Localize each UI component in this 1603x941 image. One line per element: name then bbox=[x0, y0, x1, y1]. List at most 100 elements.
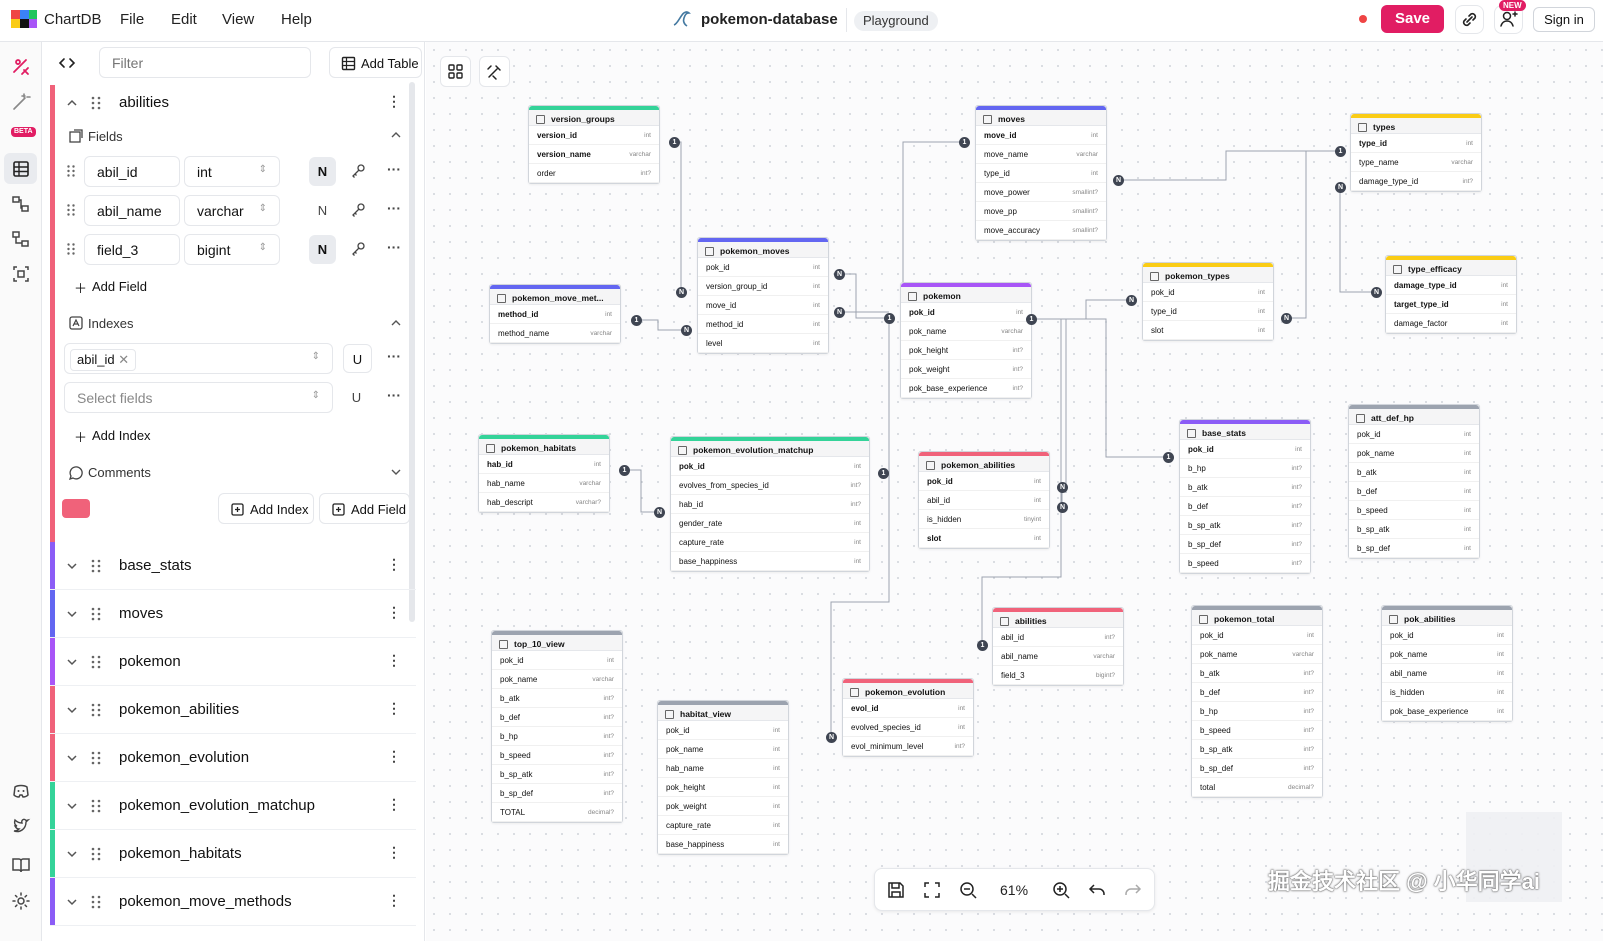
diagram-field-row[interactable]: pok_id int bbox=[1143, 283, 1273, 302]
drag-handle-icon[interactable] bbox=[90, 95, 102, 111]
diagram-field-row[interactable]: pok_base_experience int bbox=[1382, 702, 1512, 721]
field-type-select[interactable]: bigint ⇕ bbox=[184, 234, 280, 265]
diagram-field-row[interactable]: evolves_from_species_id int? bbox=[671, 476, 869, 495]
diagram-field-row[interactable]: pok_name int bbox=[658, 740, 788, 759]
diagram-field-row[interactable]: gender_rate int bbox=[671, 514, 869, 533]
diagram-table[interactable]: pokemon_move_met... method_id int method_na… bbox=[489, 284, 621, 344]
diagram-field-row[interactable]: pok_name varchar bbox=[1192, 645, 1322, 664]
diagram-table[interactable]: version_groups version_id int version_name v… bbox=[528, 105, 660, 184]
diagram-table-header[interactable]: abilities bbox=[993, 608, 1123, 628]
diagram-field-row[interactable]: hab_name varchar bbox=[479, 474, 609, 493]
diagram-table-header[interactable]: base_stats bbox=[1180, 420, 1310, 440]
diagram-field-row[interactable]: b_def int? bbox=[492, 708, 622, 727]
sidebar-table-row[interactable]: base_stats ⋮ bbox=[50, 542, 416, 590]
diagram-field-row[interactable]: pok_id int bbox=[1349, 425, 1479, 444]
key-icon[interactable] bbox=[350, 163, 366, 179]
table-color-picker[interactable] bbox=[62, 499, 90, 518]
diagram-field-row[interactable]: move_name varchar bbox=[976, 145, 1106, 164]
diagram-field-row[interactable]: pok_name varchar bbox=[492, 670, 622, 689]
diagram-table[interactable]: habitat_view pok_id int pok_name int hab_name… bbox=[657, 700, 789, 855]
diagram-field-row[interactable]: abil_id int bbox=[919, 491, 1049, 510]
open-table-name[interactable]: abilities bbox=[119, 94, 169, 111]
diagram-field-row[interactable]: abil_name int bbox=[1382, 664, 1512, 683]
menu-help[interactable]: Help bbox=[281, 11, 312, 28]
chevron-down-icon[interactable] bbox=[65, 607, 79, 621]
diagram-field-row[interactable]: type_id int bbox=[1143, 302, 1273, 321]
field-type-select[interactable]: int ⇕ bbox=[184, 156, 280, 187]
diagram-field-row[interactable]: pok_id int bbox=[671, 457, 869, 476]
chevron-down-icon[interactable] bbox=[65, 847, 79, 861]
diagram-field-row[interactable]: b_atk int bbox=[1349, 463, 1479, 482]
diagram-field-row[interactable]: abil_id int? bbox=[993, 628, 1123, 647]
drag-handle-icon[interactable] bbox=[66, 242, 76, 256]
diagram-table[interactable]: type_efficacy damage_type_id int target_typ… bbox=[1385, 255, 1517, 334]
diagram-field-row[interactable]: base_happiness int bbox=[658, 835, 788, 854]
chevron-down-icon[interactable] bbox=[65, 559, 79, 573]
nullable-toggle[interactable]: N bbox=[309, 235, 336, 264]
diagram-field-row[interactable]: hab_id int? bbox=[671, 495, 869, 514]
diagram-field-row[interactable]: b_sp_def int bbox=[1349, 539, 1479, 558]
diagram-field-row[interactable]: capture_rate int bbox=[671, 533, 869, 552]
settings-gear-icon[interactable] bbox=[9, 889, 33, 913]
diagram-table[interactable]: pokemon_types pok_id int type_id int slot int bbox=[1142, 262, 1274, 341]
table-menu-button[interactable]: ⋮ bbox=[387, 844, 401, 861]
index-menu-button[interactable]: ··· bbox=[387, 387, 401, 403]
diagram-field-row[interactable]: version_group_id int bbox=[698, 277, 828, 296]
diagram-table[interactable]: abilities abil_id int? abil_name varchar fiel… bbox=[992, 607, 1124, 686]
diagram-field-row[interactable]: b_speed int? bbox=[1180, 554, 1310, 573]
diagram-field-row[interactable]: move_id int bbox=[698, 296, 828, 315]
diagram-table[interactable]: pokemon_total pok_id int pok_name varchar b_a… bbox=[1191, 605, 1323, 798]
diagram-field-row[interactable]: method_id int bbox=[490, 305, 620, 324]
diagram-table[interactable]: pokemon_abilities pok_id int abil_id int is_h… bbox=[918, 451, 1050, 549]
add-field-link[interactable]: Add Field bbox=[92, 279, 147, 294]
diagram-field-row[interactable]: method_name varchar bbox=[490, 324, 620, 343]
diagram-field-row[interactable]: slot int bbox=[919, 529, 1049, 548]
table-menu-button[interactable]: ⋮ bbox=[387, 93, 401, 110]
chevron-down-icon[interactable] bbox=[65, 655, 79, 669]
sidebar-table-row[interactable]: moves ⋮ bbox=[50, 590, 416, 638]
discord-icon[interactable] bbox=[9, 779, 33, 803]
nullable-toggle[interactable]: N bbox=[309, 157, 336, 186]
diagram-field-row[interactable]: capture_rate int bbox=[658, 816, 788, 835]
diagram-table-header[interactable]: att_def_hp bbox=[1349, 405, 1479, 425]
diagram-field-row[interactable]: pok_weight int? bbox=[901, 360, 1031, 379]
diagram-table[interactable]: pokemon pok_id int pok_name varchar pok_heigh… bbox=[900, 282, 1032, 399]
diagram-table[interactable]: pokemon_habitats hab_id int hab_name varchar… bbox=[478, 434, 610, 513]
diagram-table-header[interactable]: habitat_view bbox=[658, 701, 788, 721]
sidebar-table-row[interactable]: pokemon ⋮ bbox=[50, 638, 416, 686]
chevron-down-icon[interactable] bbox=[65, 799, 79, 813]
table-menu-button[interactable]: ⋮ bbox=[387, 604, 401, 621]
share-link-button[interactable] bbox=[1455, 5, 1484, 34]
area-icon[interactable] bbox=[9, 262, 33, 286]
diagram-field-row[interactable]: b_hp int? bbox=[1180, 459, 1310, 478]
diagram-field-row[interactable]: b_atk int? bbox=[1180, 478, 1310, 497]
diagram-table-header[interactable]: pokemon bbox=[901, 283, 1031, 303]
index-field-tag[interactable]: abil_id ✕ bbox=[70, 349, 137, 371]
diagram-table[interactable]: pokemon_moves pok_id int version_group_id in… bbox=[697, 237, 829, 354]
chartdb-mark-icon[interactable] bbox=[9, 55, 33, 79]
diagram-field-row[interactable]: b_sp_def int? bbox=[1192, 759, 1322, 778]
diagram-table[interactable]: moves move_id int move_name varchar type_id in… bbox=[975, 105, 1107, 241]
zoom-in-icon[interactable] bbox=[1050, 879, 1072, 901]
table-icon[interactable] bbox=[9, 157, 33, 181]
diagram-field-row[interactable]: pok_id int bbox=[1382, 626, 1512, 645]
sidebar-table-row[interactable]: pokemon_abilities ⋮ bbox=[50, 686, 416, 734]
indexes-section-label[interactable]: Indexes bbox=[88, 316, 134, 331]
nullable-toggle[interactable]: N bbox=[309, 196, 336, 225]
save-button[interactable]: Save bbox=[1381, 5, 1444, 33]
field-name-input[interactable]: abil_name bbox=[84, 195, 180, 226]
diagram-field-row[interactable]: method_id int bbox=[698, 315, 828, 334]
diagram-field-row[interactable]: hab_descript varchar? bbox=[479, 493, 609, 512]
diagram-field-row[interactable]: b_atk int? bbox=[492, 689, 622, 708]
drag-handle-icon[interactable] bbox=[90, 558, 102, 574]
chevron-down-icon[interactable] bbox=[65, 703, 79, 717]
diagram-field-row[interactable]: level int bbox=[698, 334, 828, 353]
select-fields-input[interactable]: Select fields ⇕ bbox=[64, 382, 333, 413]
diagram-field-row[interactable]: b_atk int? bbox=[1192, 664, 1322, 683]
diagram-field-row[interactable]: pok_id int bbox=[919, 472, 1049, 491]
diagram-field-row[interactable]: pok_id int bbox=[658, 721, 788, 740]
diagram-table-header[interactable]: pokemon_evolution_matchup bbox=[671, 437, 869, 457]
fit-view-icon[interactable] bbox=[921, 879, 943, 901]
chevron-down-icon[interactable] bbox=[390, 466, 402, 478]
diagram-field-row[interactable]: pok_name int bbox=[1382, 645, 1512, 664]
